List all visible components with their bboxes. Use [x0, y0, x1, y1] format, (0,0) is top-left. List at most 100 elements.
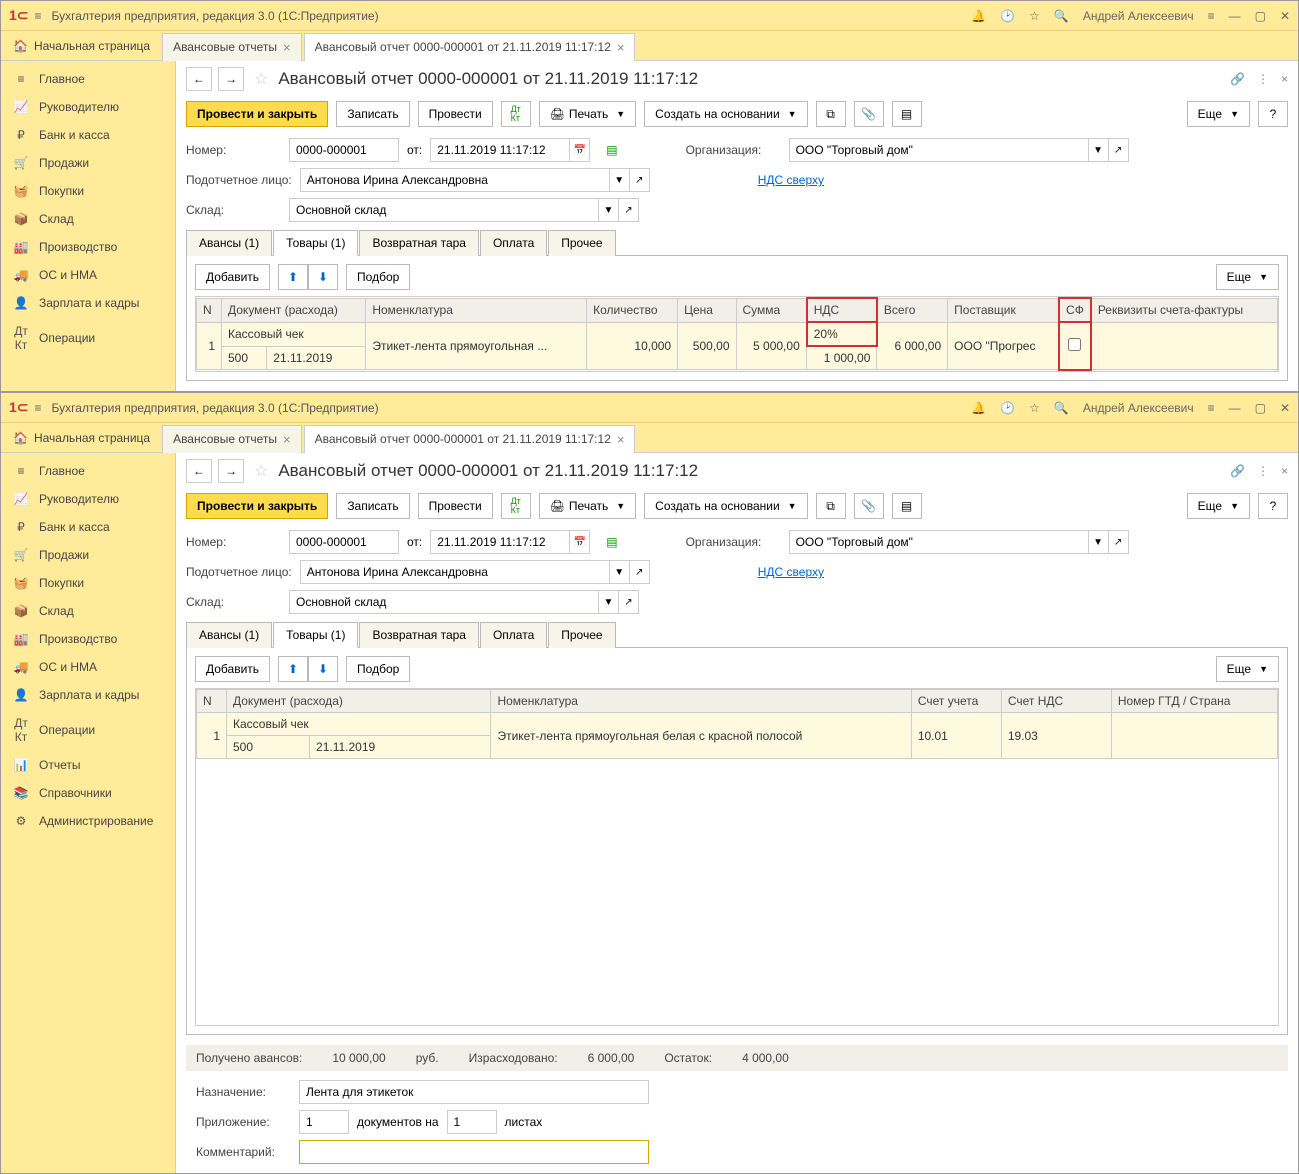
- dropdown-icon[interactable]: ▼: [610, 168, 630, 192]
- home-tab[interactable]: 🏠Начальная страница: [1, 423, 162, 452]
- menu-icon[interactable]: ≡: [35, 401, 42, 415]
- sidebar-item[interactable]: ≡Главное: [1, 65, 175, 93]
- person-field[interactable]: [300, 560, 610, 584]
- open-icon[interactable]: ↗: [630, 560, 650, 584]
- tab-goods[interactable]: Товары (1): [273, 230, 358, 256]
- tab-payment[interactable]: Оплата: [480, 230, 547, 256]
- sidebar-item[interactable]: 🛒Продажи: [1, 541, 175, 569]
- attach-button[interactable]: 📎: [854, 101, 884, 127]
- dropdown-icon[interactable]: ▼: [599, 198, 619, 222]
- person-field[interactable]: [300, 168, 610, 192]
- open-icon[interactable]: ↗: [1109, 138, 1129, 162]
- table-row[interactable]: 1 Кассовый чек Этикет-лента прямоугольна…: [197, 713, 1278, 736]
- search-icon[interactable]: 🔍: [1054, 9, 1069, 23]
- sidebar-item[interactable]: 🚚ОС и НМА: [1, 261, 175, 289]
- stock-field[interactable]: [289, 590, 599, 614]
- create-based-button[interactable]: Создать на основании▼: [644, 493, 807, 519]
- sidebar-item[interactable]: 📈Руководителю: [1, 93, 175, 121]
- close-panel-icon[interactable]: ×: [1281, 72, 1288, 86]
- help-button[interactable]: ?: [1258, 493, 1288, 519]
- calendar-icon[interactable]: 📅: [570, 138, 590, 162]
- user-name[interactable]: Андрей Алексеевич: [1083, 9, 1194, 23]
- tab-returnable[interactable]: Возвратная тара: [359, 230, 479, 256]
- dropdown-icon[interactable]: ▼: [1089, 530, 1109, 554]
- dropdown-icon[interactable]: ▼: [1089, 138, 1109, 162]
- comment-field[interactable]: [299, 1140, 649, 1164]
- org-field[interactable]: [789, 530, 1089, 554]
- search-icon[interactable]: 🔍: [1054, 401, 1069, 415]
- print-button[interactable]: 🖨 Печать▼: [539, 101, 636, 127]
- move-down-button[interactable]: ⬇: [308, 656, 338, 682]
- help-button[interactable]: ?: [1258, 101, 1288, 127]
- move-up-button[interactable]: ⬆: [278, 264, 308, 290]
- star-icon[interactable]: ☆: [1029, 9, 1040, 23]
- dt-kt-button[interactable]: ДтКт: [501, 101, 531, 127]
- close-icon[interactable]: ✕: [1280, 401, 1290, 415]
- tab-advances[interactable]: Авансы (1): [186, 230, 272, 256]
- grid-more-button[interactable]: Еще▼: [1216, 264, 1279, 290]
- minimize-icon[interactable]: —: [1229, 401, 1241, 415]
- date-field[interactable]: [430, 530, 570, 554]
- tab-document[interactable]: Авансовый отчет 0000-000001 от 21.11.201…: [304, 425, 636, 453]
- sidebar-item[interactable]: ₽Банк и касса: [1, 513, 175, 541]
- sidebar-item[interactable]: 📦Склад: [1, 597, 175, 625]
- sidebar-item[interactable]: 🛒Продажи: [1, 149, 175, 177]
- forward-button[interactable]: →: [218, 459, 244, 483]
- add-button[interactable]: Добавить: [195, 264, 270, 290]
- grid-more-button[interactable]: Еще▼: [1216, 656, 1279, 682]
- create-based-button[interactable]: Создать на основании▼: [644, 101, 807, 127]
- post-and-close-button[interactable]: Провести и закрыть: [186, 101, 328, 127]
- settings-icon[interactable]: ≡: [1208, 9, 1215, 23]
- sidebar-item[interactable]: 📈Руководителю: [1, 485, 175, 513]
- report-button[interactable]: ▤: [892, 493, 922, 519]
- related-button[interactable]: ⧉: [816, 493, 846, 519]
- user-name[interactable]: Андрей Алексеевич: [1083, 401, 1194, 415]
- tab-advances[interactable]: Авансы (1): [186, 622, 272, 648]
- tab-close-icon[interactable]: ×: [617, 40, 625, 55]
- bell-icon[interactable]: 🔔: [971, 401, 986, 415]
- tab-document[interactable]: Авансовый отчет 0000-000001 от 21.11.201…: [304, 33, 636, 61]
- tab-returnable[interactable]: Возвратная тара: [359, 622, 479, 648]
- history-icon[interactable]: 🕑: [1000, 401, 1015, 415]
- sidebar-item[interactable]: ДтКтОперации: [1, 709, 175, 751]
- add-button[interactable]: Добавить: [195, 656, 270, 682]
- sheets-count-field[interactable]: [447, 1110, 497, 1134]
- sf-checkbox[interactable]: [1068, 338, 1081, 351]
- sidebar-item[interactable]: 🧺Покупки: [1, 569, 175, 597]
- dropdown-icon[interactable]: ▼: [610, 560, 630, 584]
- tab-list[interactable]: Авансовые отчеты×: [162, 425, 302, 453]
- kebab-icon[interactable]: ⋮: [1257, 72, 1269, 86]
- more-button[interactable]: Еще▼: [1187, 493, 1250, 519]
- forward-button[interactable]: →: [218, 67, 244, 91]
- maximize-icon[interactable]: ▢: [1255, 9, 1266, 23]
- bell-icon[interactable]: 🔔: [971, 9, 986, 23]
- org-field[interactable]: [789, 138, 1089, 162]
- number-field[interactable]: [289, 138, 399, 162]
- dropdown-icon[interactable]: ▼: [599, 590, 619, 614]
- number-field[interactable]: [289, 530, 399, 554]
- tab-payment[interactable]: Оплата: [480, 622, 547, 648]
- sidebar-item[interactable]: 👤Зарплата и кадры: [1, 681, 175, 709]
- sidebar-item[interactable]: ₽Банк и касса: [1, 121, 175, 149]
- vat-link[interactable]: НДС сверху: [758, 565, 824, 579]
- sidebar-item[interactable]: ⚙Администрирование: [1, 807, 175, 835]
- open-icon[interactable]: ↗: [1109, 530, 1129, 554]
- open-icon[interactable]: ↗: [619, 590, 639, 614]
- tab-other[interactable]: Прочее: [548, 622, 615, 648]
- open-icon[interactable]: ↗: [630, 168, 650, 192]
- table-row[interactable]: 1 Кассовый чек Этикет-лента прямоугольна…: [197, 322, 1278, 346]
- sidebar-item[interactable]: ≡Главное: [1, 457, 175, 485]
- sidebar-item[interactable]: 🧺Покупки: [1, 177, 175, 205]
- sidebar-item[interactable]: 🏭Производство: [1, 233, 175, 261]
- sidebar-item[interactable]: 📚Справочники: [1, 779, 175, 807]
- tab-other[interactable]: Прочее: [548, 230, 615, 256]
- tab-close-icon[interactable]: ×: [617, 432, 625, 447]
- docs-count-field[interactable]: [299, 1110, 349, 1134]
- link-icon[interactable]: 🔗: [1230, 464, 1245, 478]
- star-icon[interactable]: ☆: [1029, 401, 1040, 415]
- link-icon[interactable]: 🔗: [1230, 72, 1245, 86]
- goods-grid[interactable]: N Документ (расхода) Номенклатура Количе…: [195, 296, 1279, 372]
- tab-list[interactable]: Авансовые отчеты×: [162, 33, 302, 61]
- stock-field[interactable]: [289, 198, 599, 222]
- related-button[interactable]: ⧉: [816, 101, 846, 127]
